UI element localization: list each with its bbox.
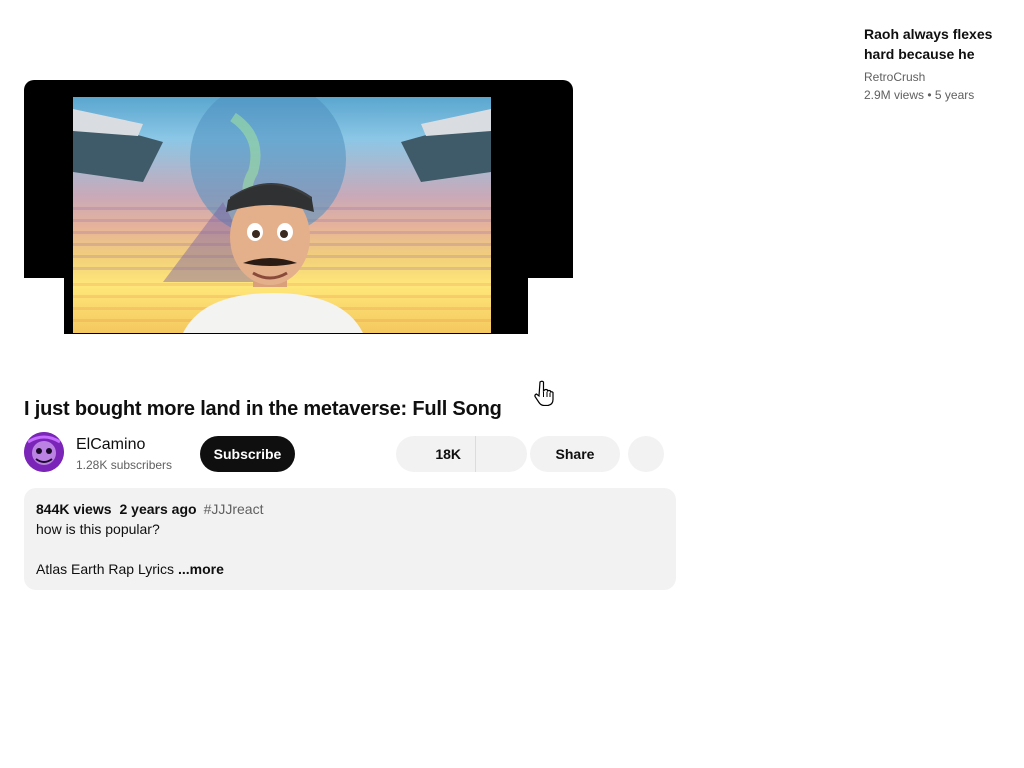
share-label: Share (555, 446, 595, 462)
separator-dot: • (927, 88, 935, 102)
subscriber-count: 1.28K subscribers (76, 458, 173, 472)
description-meta: 844K views 2 years ago #JJJreact (36, 501, 263, 517)
more-actions-button[interactable] (628, 436, 664, 472)
hand-cursor-icon (534, 380, 554, 406)
upload-age: 2 years ago (119, 501, 197, 517)
subscribe-button[interactable]: Subscribe (200, 436, 295, 472)
view-count: 844K views (36, 501, 112, 517)
share-button[interactable]: Share (530, 436, 620, 472)
channel-avatar[interactable] (24, 432, 64, 472)
related-video-channel[interactable]: RetroCrush (864, 70, 925, 84)
channel-name[interactable]: ElCamino (76, 436, 145, 454)
avatar-art (24, 432, 64, 472)
related-video-views: 2.9M views (864, 88, 925, 102)
description-line: how is this popular? (36, 521, 160, 537)
hashtag-link[interactable]: #JJJreact (204, 501, 264, 517)
dislike-button[interactable] (476, 436, 527, 472)
related-video-stats: 2.9M views • 5 years (864, 88, 974, 102)
video-frame[interactable] (73, 97, 491, 333)
like-dislike-group: 18K (396, 436, 527, 472)
related-video-age: 5 years (934, 88, 975, 102)
related-video-title[interactable]: Raoh always flexes hard because he (864, 24, 1014, 64)
like-count: 18K (435, 446, 461, 462)
description-line: Atlas Earth Rap Lyrics (36, 561, 174, 577)
video-frame-art (73, 97, 491, 333)
show-more-link[interactable]: ...more (178, 561, 224, 577)
video-title: I just bought more land in the metaverse… (24, 398, 502, 420)
description-box[interactable]: 844K views 2 years ago #JJJreact how is th… (24, 488, 676, 590)
watch-page: I just bought more land in the metaverse… (0, 0, 1024, 768)
like-button[interactable]: 18K (396, 436, 476, 472)
